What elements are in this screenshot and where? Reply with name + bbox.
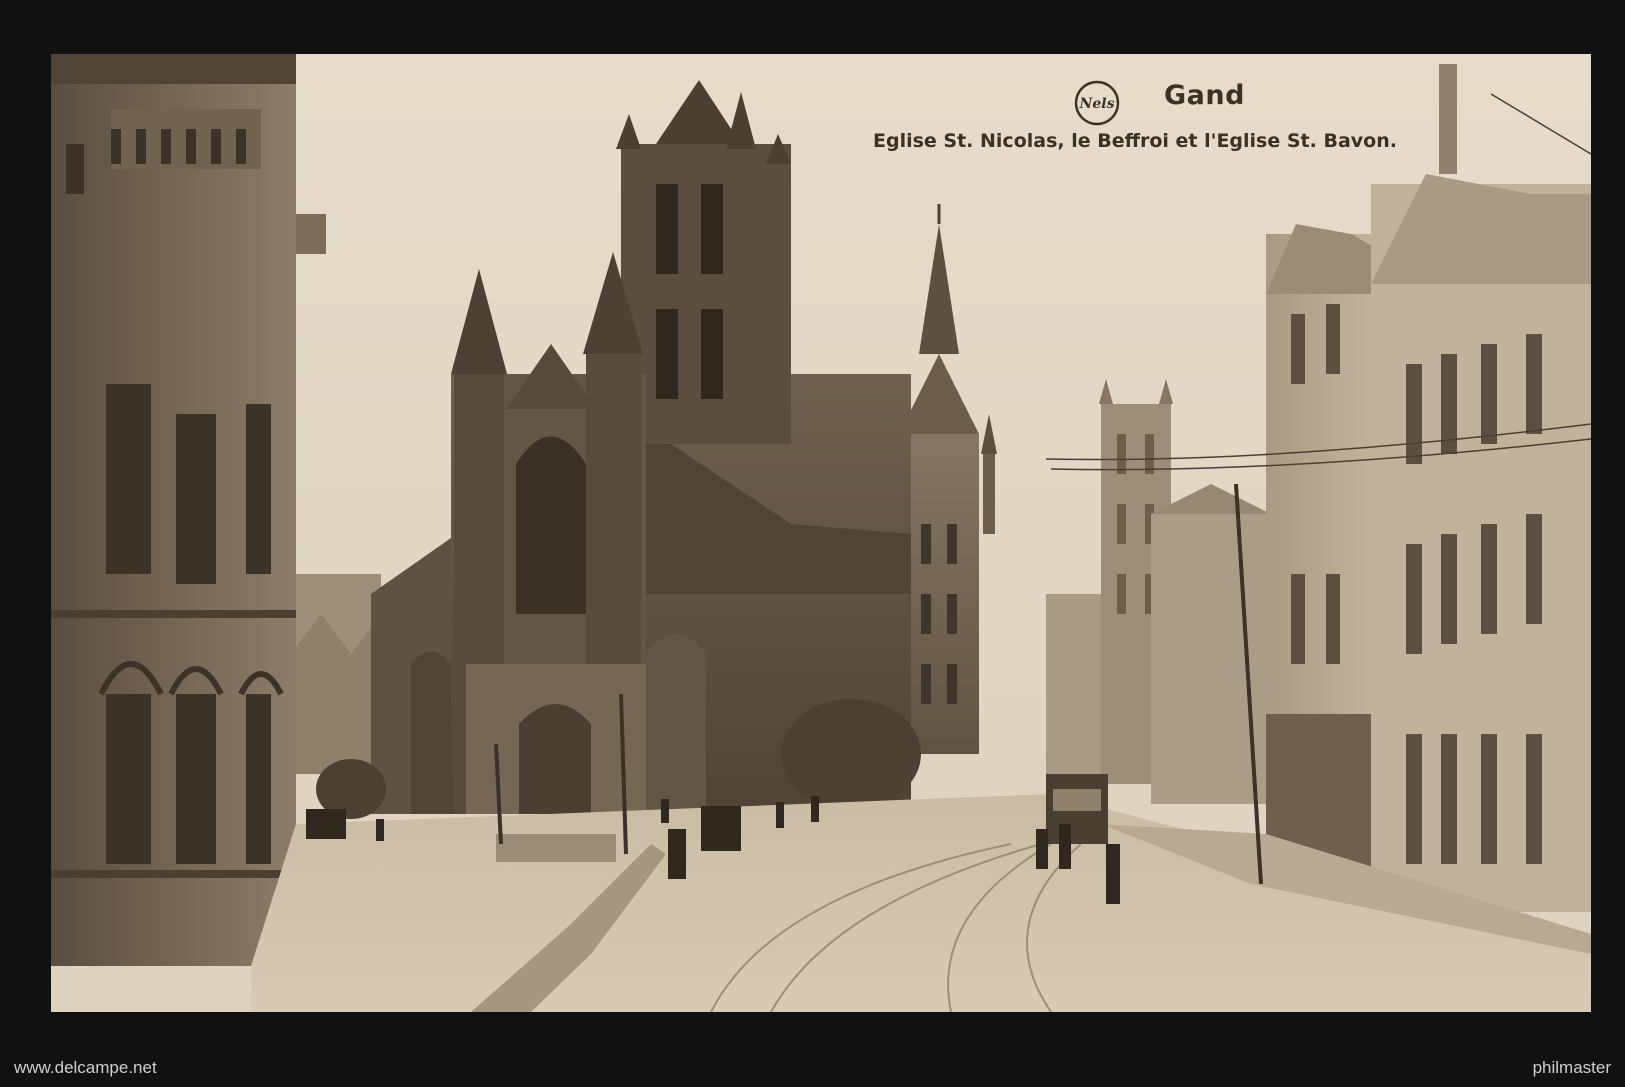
footer-watermark-left: www.delcampe.net [14,1058,157,1077]
nels-publisher-logo: Nels [1074,80,1120,126]
footer-watermark-right: philmaster [1532,1058,1611,1077]
postcard-photo: Nels Gand Eglise St. Nicolas, le Beffroi… [51,54,1591,1012]
distant-houses-left [291,574,381,774]
caption-place-name: Gand [1164,80,1245,111]
svg-text:Nels: Nels [1079,96,1115,112]
left-gothic-building [51,54,326,966]
caption-title: Eglise St. Nicolas, le Beffroi et l'Egli… [873,130,1397,152]
tram [1046,774,1108,844]
street-scene-illustration [51,54,1591,1012]
